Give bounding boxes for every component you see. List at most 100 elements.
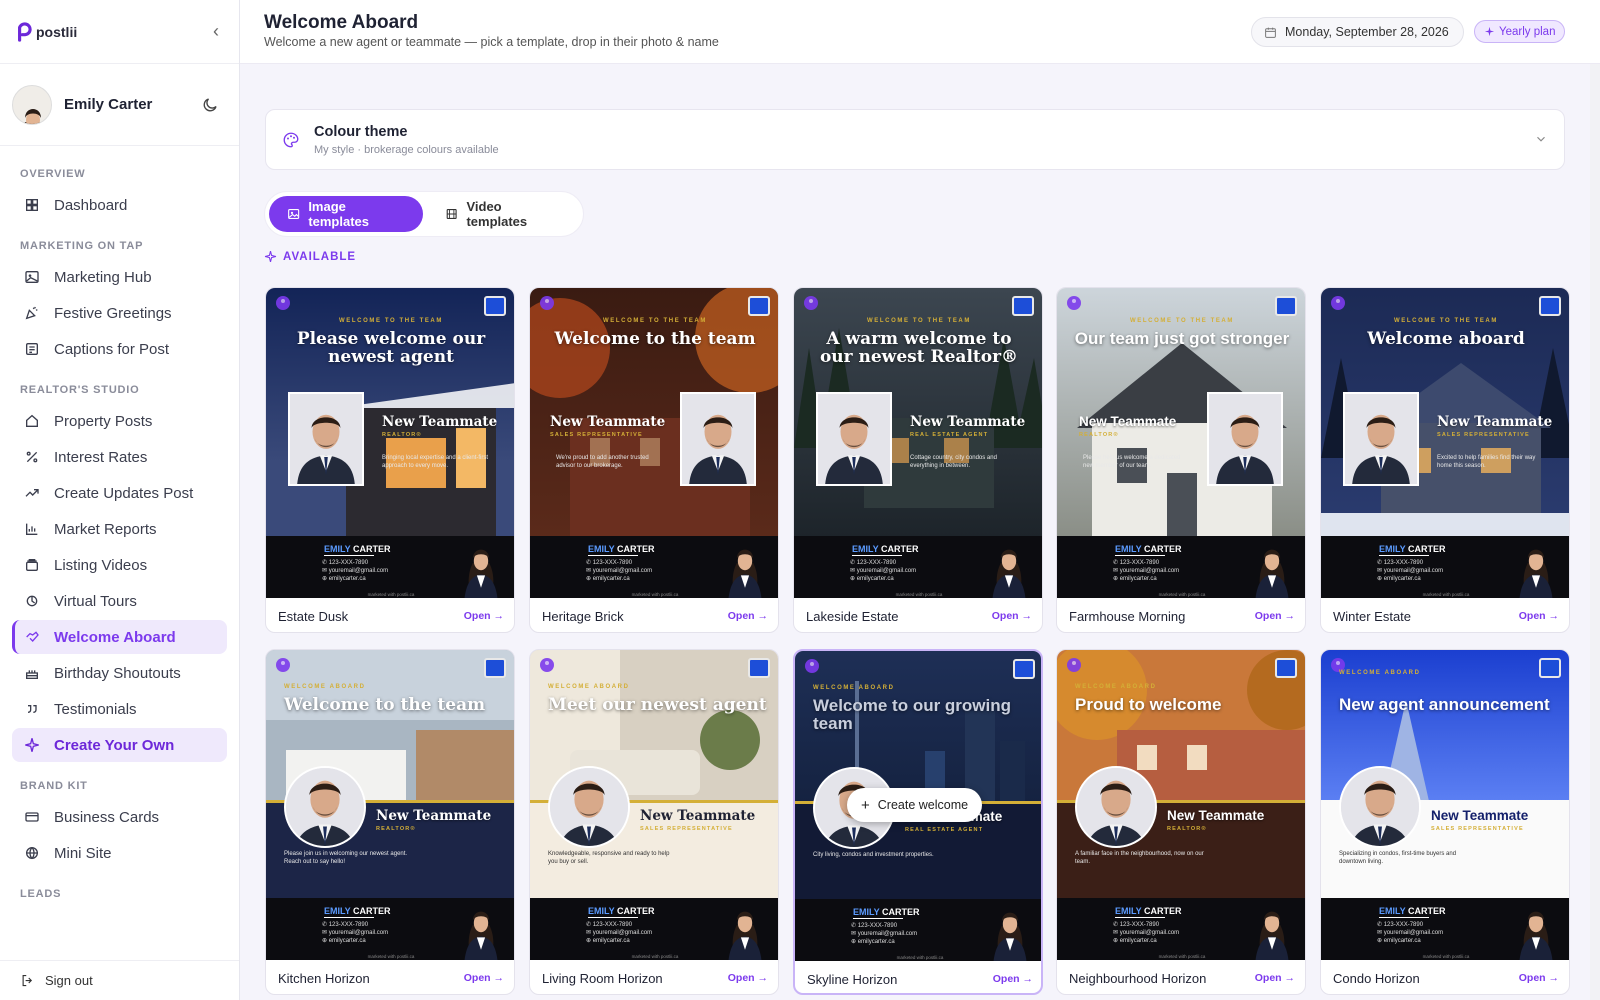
open-template-link[interactable]: Open → xyxy=(728,972,768,984)
agent-first-name: EMILY xyxy=(1379,544,1406,554)
agent-first-name: EMILY xyxy=(588,544,615,554)
template-card[interactable]: WELCOME ABOARD Proud to welcome New Team… xyxy=(1056,649,1306,995)
sidebar-item-business-cards[interactable]: Business Cards xyxy=(12,800,227,834)
open-template-link[interactable]: Open → xyxy=(993,973,1033,985)
template-headline: Our team just got stronger xyxy=(1074,329,1290,348)
agent-first-name: EMILY xyxy=(588,906,615,916)
create-welcome-label: Create welcome xyxy=(877,798,969,812)
open-template-link[interactable]: Open → xyxy=(992,610,1032,622)
open-template-link[interactable]: Open → xyxy=(1255,972,1295,984)
template-preview[interactable]: WELCOME TO THE TEAM Our team just got st… xyxy=(1057,288,1305,598)
brand-logo[interactable]: postlii xyxy=(16,21,77,42)
sparkle-icon xyxy=(25,738,39,752)
sidebar-item-testimonials[interactable]: Testimonials xyxy=(12,692,227,726)
template-card[interactable]: WELCOME TO THE TEAM Our team just got st… xyxy=(1056,287,1306,633)
agent-name: EMILY CARTER xyxy=(324,544,391,554)
open-template-link[interactable]: Open → xyxy=(464,610,504,622)
sidebar-item-interest-rates[interactable]: Interest Rates xyxy=(12,440,227,474)
template-preview[interactable]: WELCOME ABOARD Proud to welcome New Team… xyxy=(1057,650,1305,960)
template-preview[interactable]: WELCOME TO THE TEAM A warm welcome to ou… xyxy=(794,288,1042,598)
your-logo-placeholder xyxy=(748,658,770,678)
sidebar: postlii ‹ Emily Carter OVERVIEW Dashboard… xyxy=(0,0,240,1000)
template-kicker: WELCOME TO THE TEAM xyxy=(603,318,707,324)
colour-theme-selector[interactable]: Colour theme My style · brokerage colour… xyxy=(265,109,1565,170)
template-card[interactable]: WELCOME ABOARD Welcome to the team New T… xyxy=(265,649,515,995)
plan-badge[interactable]: Yearly plan xyxy=(1474,20,1566,43)
template-preview[interactable]: WELCOME ABOARD New agent announcement Ne… xyxy=(1321,650,1569,960)
open-template-link[interactable]: Open → xyxy=(728,610,768,622)
template-headline: Welcome to our growing team xyxy=(813,696,1012,733)
sidebar-item-create-updates-post[interactable]: Create Updates Post xyxy=(12,476,227,510)
agent-website: ⊕ emilycarter.ca xyxy=(586,938,630,944)
sidebar-item-mini-site[interactable]: Mini Site xyxy=(12,836,227,870)
sidebar-item-listing-videos[interactable]: Listing Videos xyxy=(12,548,227,582)
template-preview[interactable]: WELCOME TO THE TEAM Welcome aboard New T… xyxy=(1321,288,1569,598)
nav-section-title: REALTOR'S STUDIO xyxy=(20,384,140,396)
template-card-footer: Kitchen Horizon Open → xyxy=(266,960,514,994)
sidebar-item-birthday-shoutouts[interactable]: Birthday Shoutouts xyxy=(12,656,227,690)
realtor-portrait xyxy=(988,526,1030,598)
agent-photo-placeholder xyxy=(1075,766,1157,848)
template-preview[interactable]: WELCOME ABOARD Welcome to our growing te… xyxy=(795,651,1041,961)
palette-icon xyxy=(283,132,299,147)
tab-image-templates[interactable]: Image templates xyxy=(269,196,424,232)
teammate-role: SALES REPRESENTATIVE xyxy=(640,826,733,832)
open-template-link[interactable]: Open → xyxy=(464,972,504,984)
realtor-portrait xyxy=(460,526,502,598)
avatar[interactable] xyxy=(12,84,52,125)
create-welcome-button[interactable]: + Create welcome xyxy=(847,788,983,822)
template-card[interactable]: WELCOME TO THE TEAM Welcome to the team … xyxy=(529,287,779,633)
sidebar-item-virtual-tours[interactable]: Virtual Tours xyxy=(12,584,227,618)
open-template-link[interactable]: Open → xyxy=(1519,610,1559,622)
scrollbar[interactable] xyxy=(1590,64,1600,1000)
sidebar-item-captions-for-post[interactable]: Captions for Post xyxy=(12,332,227,366)
open-template-link[interactable]: Open → xyxy=(1519,972,1559,984)
agent-phone-text: 123-XXX-7890 xyxy=(856,560,897,566)
template-preview[interactable]: WELCOME ABOARD Welcome to the team New T… xyxy=(266,650,514,960)
template-blurb: A familiar face in the neighbourhood, no… xyxy=(1075,851,1204,865)
agent-email-text: youremail@gmail.com xyxy=(328,568,389,574)
agent-website-text: emilycarter.ca xyxy=(1383,938,1421,944)
sidebar-item-market-reports[interactable]: Market Reports xyxy=(12,512,227,546)
quote-icon xyxy=(27,705,37,713)
agent-phone: ✆ 123-XXX-7890 xyxy=(1113,922,1160,928)
template-card[interactable]: WELCOME TO THE TEAM Welcome aboard New T… xyxy=(1320,287,1570,633)
template-card[interactable]: WELCOME ABOARD New agent announcement Ne… xyxy=(1320,649,1570,995)
template-card[interactable]: WELCOME TO THE TEAM A warm welcome to ou… xyxy=(793,287,1043,633)
divider xyxy=(852,555,902,556)
agent-website: ⊕ emilycarter.ca xyxy=(851,939,895,945)
template-blurb: City living, condos and investment prope… xyxy=(813,852,934,858)
open-template-link[interactable]: Open → xyxy=(1255,610,1295,622)
template-name: Living Room Horizon xyxy=(542,970,663,986)
tab-video-templates[interactable]: Video templates xyxy=(427,196,579,232)
template-preview[interactable]: WELCOME ABOARD Meet our newest agent New… xyxy=(530,650,778,960)
sidebar-item-label: Virtual Tours xyxy=(54,592,137,610)
agent-photo-placeholder xyxy=(1339,766,1421,848)
new-teammate-heading: New Teammate xyxy=(640,808,756,824)
sidebar-item-marketing-hub[interactable]: Marketing Hub xyxy=(12,260,227,294)
agent-phone: ✆ 123-XXX-7890 xyxy=(322,922,369,928)
agent-name: EMILY CARTER xyxy=(1115,906,1182,916)
agent-photo-placeholder xyxy=(548,766,630,848)
agent-photo-placeholder xyxy=(680,392,756,486)
sidebar-item-create-your-own[interactable]: Create Your Own xyxy=(12,728,227,762)
collapse-sidebar-icon[interactable]: ‹ xyxy=(213,21,219,42)
template-preview[interactable]: WELCOME TO THE TEAM Welcome to the team … xyxy=(530,288,778,598)
moon-icon[interactable] xyxy=(201,96,219,114)
sidebar-item-property-posts[interactable]: Property Posts xyxy=(12,404,227,438)
agent-phone: ✆ 123-XXX-7890 xyxy=(851,923,898,929)
divider xyxy=(1115,917,1165,918)
sidebar-item-festive-greetings[interactable]: Festive Greetings xyxy=(12,296,227,330)
template-name: Farmhouse Morning xyxy=(1069,608,1186,624)
template-name: Neighbourhood Horizon xyxy=(1069,970,1207,986)
template-name: Condo Horizon xyxy=(1333,970,1420,986)
template-preview[interactable]: WELCOME TO THE TEAM Please welcome our n… xyxy=(266,288,514,598)
sign-out-button[interactable]: Sign out xyxy=(0,960,239,1000)
template-card[interactable]: WELCOME ABOARD Welcome to our growing te… xyxy=(793,649,1043,995)
template-card[interactable]: WELCOME TO THE TEAM Please welcome our n… xyxy=(265,287,515,633)
sidebar-item-welcome-aboard[interactable]: Welcome Aboard xyxy=(12,620,227,654)
agent-website-text: emilycarter.ca xyxy=(328,938,366,944)
sidebar-item-dashboard[interactable]: Dashboard xyxy=(12,188,227,222)
dashboard-icon xyxy=(26,199,38,211)
template-card[interactable]: WELCOME ABOARD Meet our newest agent New… xyxy=(529,649,779,995)
